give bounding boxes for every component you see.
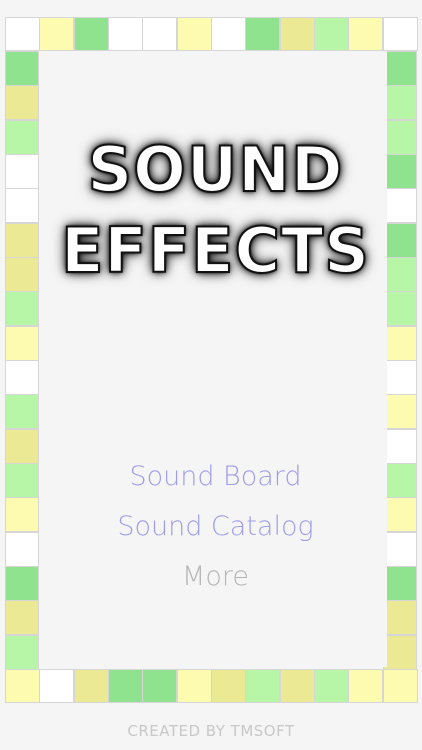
- border-tile-right: [383, 635, 417, 670]
- border-tile-bottom: [5, 669, 40, 703]
- border-tile-right: [383, 360, 417, 395]
- sound-catalog-button[interactable]: Sound Catalog: [44, 511, 387, 542]
- app-title-line-2: EFFECTS: [60, 213, 370, 288]
- border-tile-left: [5, 291, 39, 326]
- border-tile-bottom: [280, 669, 315, 703]
- border-tile-left: [5, 532, 39, 567]
- title-panel: SOUND EFFECTS Sound Board Sound Catalog …: [44, 51, 387, 667]
- border-tile-bottom: [74, 669, 109, 703]
- border-tile-top: [74, 17, 109, 51]
- border-tile-right: [383, 85, 417, 120]
- border-tile-right: [383, 463, 417, 498]
- border-tile-left: [5, 326, 39, 361]
- tile-border-frame: SOUND EFFECTS Sound Board Sound Catalog …: [5, 17, 418, 703]
- border-tile-top: [39, 17, 74, 51]
- border-tile-left: [5, 497, 39, 532]
- border-tile-bottom: [108, 669, 143, 703]
- border-tile-left: [5, 600, 39, 635]
- sound-board-button[interactable]: Sound Board: [44, 461, 387, 492]
- border-tile-bottom: [383, 669, 418, 703]
- border-tile-bottom: [142, 669, 177, 703]
- border-tile-left: [5, 429, 39, 464]
- border-tile-right: [383, 51, 417, 86]
- border-tile-right: [383, 257, 417, 292]
- border-tile-bottom: [177, 669, 212, 703]
- border-tile-right: [383, 120, 417, 155]
- border-tile-bottom: [348, 669, 383, 703]
- border-tile-left: [5, 85, 39, 120]
- border-tile-left: [5, 51, 39, 86]
- border-tile-bottom: [314, 669, 349, 703]
- border-tile-left: [5, 188, 39, 223]
- border-tile-top: [348, 17, 383, 51]
- border-tile-top: [177, 17, 212, 51]
- border-tile-top: [280, 17, 315, 51]
- border-tile-right: [383, 394, 417, 429]
- border-tile-right: [383, 532, 417, 567]
- border-tile-right: [383, 291, 417, 326]
- border-tile-bottom: [39, 669, 74, 703]
- status-bar-area: [0, 0, 422, 17]
- border-tile-left: [5, 360, 39, 395]
- border-tile-right: [383, 600, 417, 635]
- border-tile-right: [383, 566, 417, 601]
- border-tile-left: [5, 394, 39, 429]
- border-tile-bottom: [245, 669, 280, 703]
- credits-footer: CREATED BY TMSOFT: [127, 722, 295, 740]
- border-tile-left: [5, 120, 39, 155]
- border-tile-right: [383, 326, 417, 361]
- border-tile-right: [383, 154, 417, 189]
- border-tile-top: [211, 17, 246, 51]
- border-tile-top: [5, 17, 40, 51]
- border-tile-right: [383, 429, 417, 464]
- border-tile-top: [142, 17, 177, 51]
- app-title-line-1: SOUND: [86, 132, 344, 207]
- more-button[interactable]: More: [44, 561, 387, 592]
- border-tile-left: [5, 154, 39, 189]
- border-tile-right: [383, 188, 417, 223]
- border-tile-top: [383, 17, 418, 51]
- border-tile-left: [5, 257, 39, 292]
- border-tile-left: [5, 223, 39, 258]
- border-tile-left: [5, 635, 39, 670]
- border-tile-top: [245, 17, 280, 51]
- border-tile-top: [314, 17, 349, 51]
- border-tile-right: [383, 223, 417, 258]
- border-tile-top: [108, 17, 143, 51]
- border-tile-left: [5, 566, 39, 601]
- border-tile-left: [5, 463, 39, 498]
- border-tile-bottom: [211, 669, 246, 703]
- border-tile-right: [383, 497, 417, 532]
